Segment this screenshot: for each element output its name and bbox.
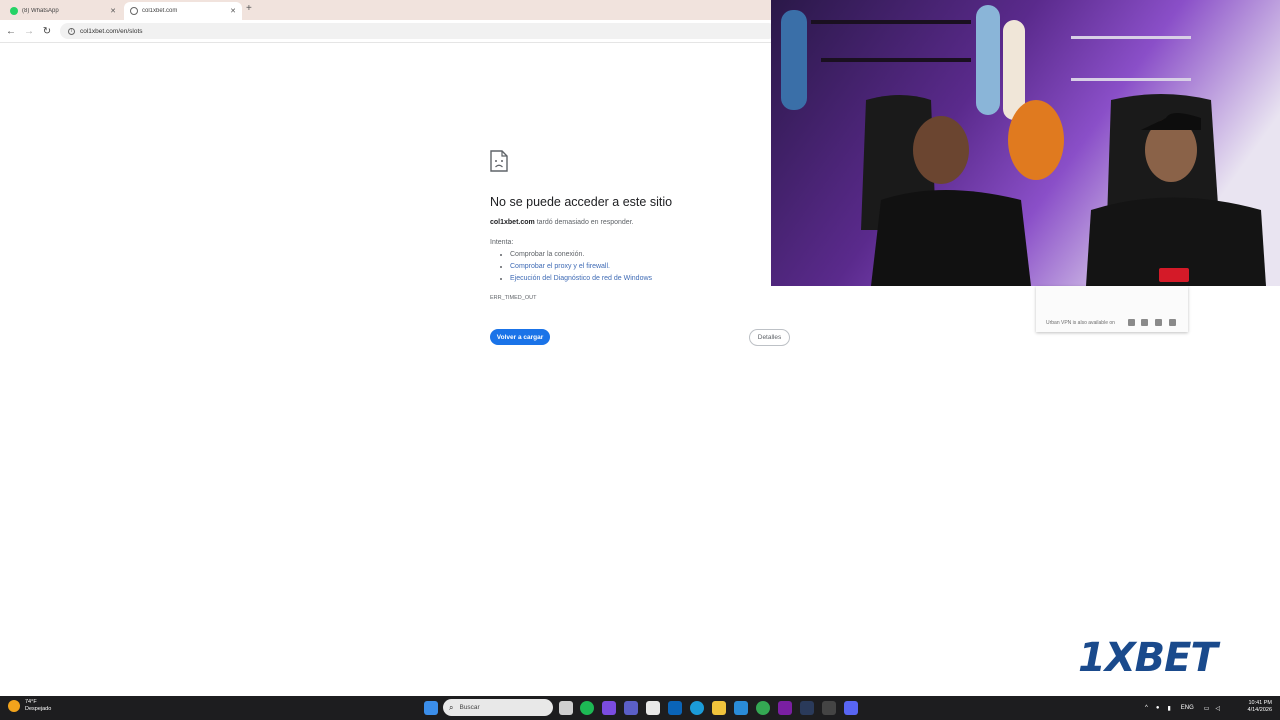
edge-icon[interactable] (690, 701, 704, 715)
copilot-icon[interactable] (602, 701, 616, 715)
list-item: Comprobar la conexión. (510, 251, 652, 263)
teams-icon[interactable] (624, 701, 638, 715)
discord-icon[interactable] (844, 701, 858, 715)
screen: (8) WhatsApp ✕ col1xbet.com ✕ + ← → ↻ i … (0, 0, 1280, 720)
error-host: col1xbet.com (490, 219, 535, 226)
tab-whatsapp[interactable]: (8) WhatsApp ✕ (4, 2, 122, 20)
search-icon: ⌕ (449, 702, 454, 712)
system-tray: ^ ● ▮ ENG ▭ ◁ (1145, 696, 1220, 720)
outlook-icon[interactable] (668, 701, 682, 715)
details-button[interactable]: Detalles (749, 329, 790, 346)
file-explorer-icon[interactable] (712, 701, 726, 715)
network-icon[interactable]: ▭ (1204, 705, 1210, 712)
forward-icon[interactable]: → (22, 24, 36, 38)
microphone-icon[interactable]: ▮ (1167, 705, 1170, 712)
list-item[interactable]: Ejecución del Diagnóstico de red de Wind… (510, 275, 652, 287)
new-tab-button[interactable]: + (246, 3, 252, 14)
spotify-icon[interactable] (580, 701, 594, 715)
globe-icon (130, 7, 138, 15)
webcam-feed (771, 0, 1280, 286)
error-desc-text: tardó demasiado en responder. (534, 219, 634, 226)
vpn-popup: Urban VPN is also available on (1036, 286, 1188, 332)
weather-widget[interactable]: 74°F Despejado (8, 699, 51, 713)
error-description: col1xbet.com tardó demasiado en responde… (490, 219, 634, 226)
browser-toolbar: ← → ↻ i col1xbet.com/en/slots (0, 20, 780, 42)
windows-icon[interactable] (1128, 319, 1135, 326)
task-view-icon[interactable] (559, 701, 573, 715)
windows-start-icon[interactable] (424, 701, 438, 715)
weather-temp: 74°F (25, 699, 37, 705)
clock-time: 10:41 PM (1248, 700, 1272, 706)
tab-title: col1xbet.com (142, 8, 178, 14)
close-icon[interactable]: ✕ (110, 7, 116, 15)
list-item[interactable]: Comprobar el proxy y el firewall. (510, 263, 652, 275)
url-text: col1xbet.com/en/slots (80, 27, 143, 35)
close-icon[interactable]: ✕ (230, 7, 236, 15)
chevron-up-icon[interactable]: ^ (1145, 705, 1148, 711)
suggestion-link[interactable]: Comprobar el proxy y el firewall. (510, 263, 610, 270)
close-icon[interactable] (1169, 319, 1176, 326)
vpn-popup-text: Urban VPN is also available on (1046, 320, 1115, 326)
suggestion-text: Comprobar la conexión. (510, 251, 585, 258)
suggestion-link[interactable]: Ejecución del Diagnóstico de red de Wind… (510, 275, 652, 282)
kick-icon[interactable] (778, 701, 792, 715)
brand-logo-text: 1XBET (1078, 635, 1218, 681)
tab-title: (8) WhatsApp (22, 8, 59, 14)
brand-logo: 1XBET (1078, 636, 1250, 680)
browser-tab-bar: (8) WhatsApp ✕ col1xbet.com ✕ + (0, 0, 780, 20)
weather-icon (8, 700, 20, 712)
android-icon[interactable] (1141, 319, 1148, 326)
weather-desc: Despejado (25, 706, 52, 712)
divider (0, 42, 780, 43)
error-code: ERR_TIMED_OUT (490, 295, 537, 301)
search-placeholder: Buscar (459, 704, 480, 711)
page-title: No se puede acceder a este sitio (490, 195, 673, 209)
clock-date: 4/14/2026 (1247, 707, 1272, 713)
language-indicator[interactable]: ENG (1181, 705, 1194, 711)
sad-page-icon (490, 150, 508, 172)
store-icon[interactable] (646, 701, 660, 715)
app-icon[interactable] (822, 701, 836, 715)
reload-icon[interactable]: ↻ (40, 24, 54, 38)
chrome-icon[interactable] (756, 701, 770, 715)
address-bar[interactable]: i col1xbet.com/en/slots (60, 23, 776, 39)
apple-icon[interactable] (1155, 319, 1162, 326)
tab-col1xbet[interactable]: col1xbet.com ✕ (124, 2, 242, 20)
back-icon[interactable]: ← (4, 24, 18, 38)
taskbar-search[interactable]: ⌕ Buscar (443, 699, 553, 716)
photos-icon[interactable] (734, 701, 748, 715)
site-info-icon[interactable]: i (68, 27, 75, 35)
webcam-overlay (771, 0, 1280, 286)
taskbar: 74°F Despejado ⌕ Buscar ^ ● ▮ ENG ▭ ◁ 10… (0, 696, 1280, 720)
volume-icon[interactable]: ◁ (1215, 705, 1220, 712)
try-label: Intenta: (490, 239, 514, 246)
security-icon[interactable]: ● (1156, 705, 1160, 711)
reload-button[interactable]: Volver a cargar (490, 329, 550, 345)
steam-icon[interactable] (800, 701, 814, 715)
suggestion-list: Comprobar la conexión. Comprobar el prox… (510, 251, 652, 287)
whatsapp-icon (10, 7, 18, 15)
weather-text: 74°F Despejado (25, 699, 51, 713)
clock[interactable]: 10:41 PM 4/14/2026 (1238, 700, 1272, 714)
